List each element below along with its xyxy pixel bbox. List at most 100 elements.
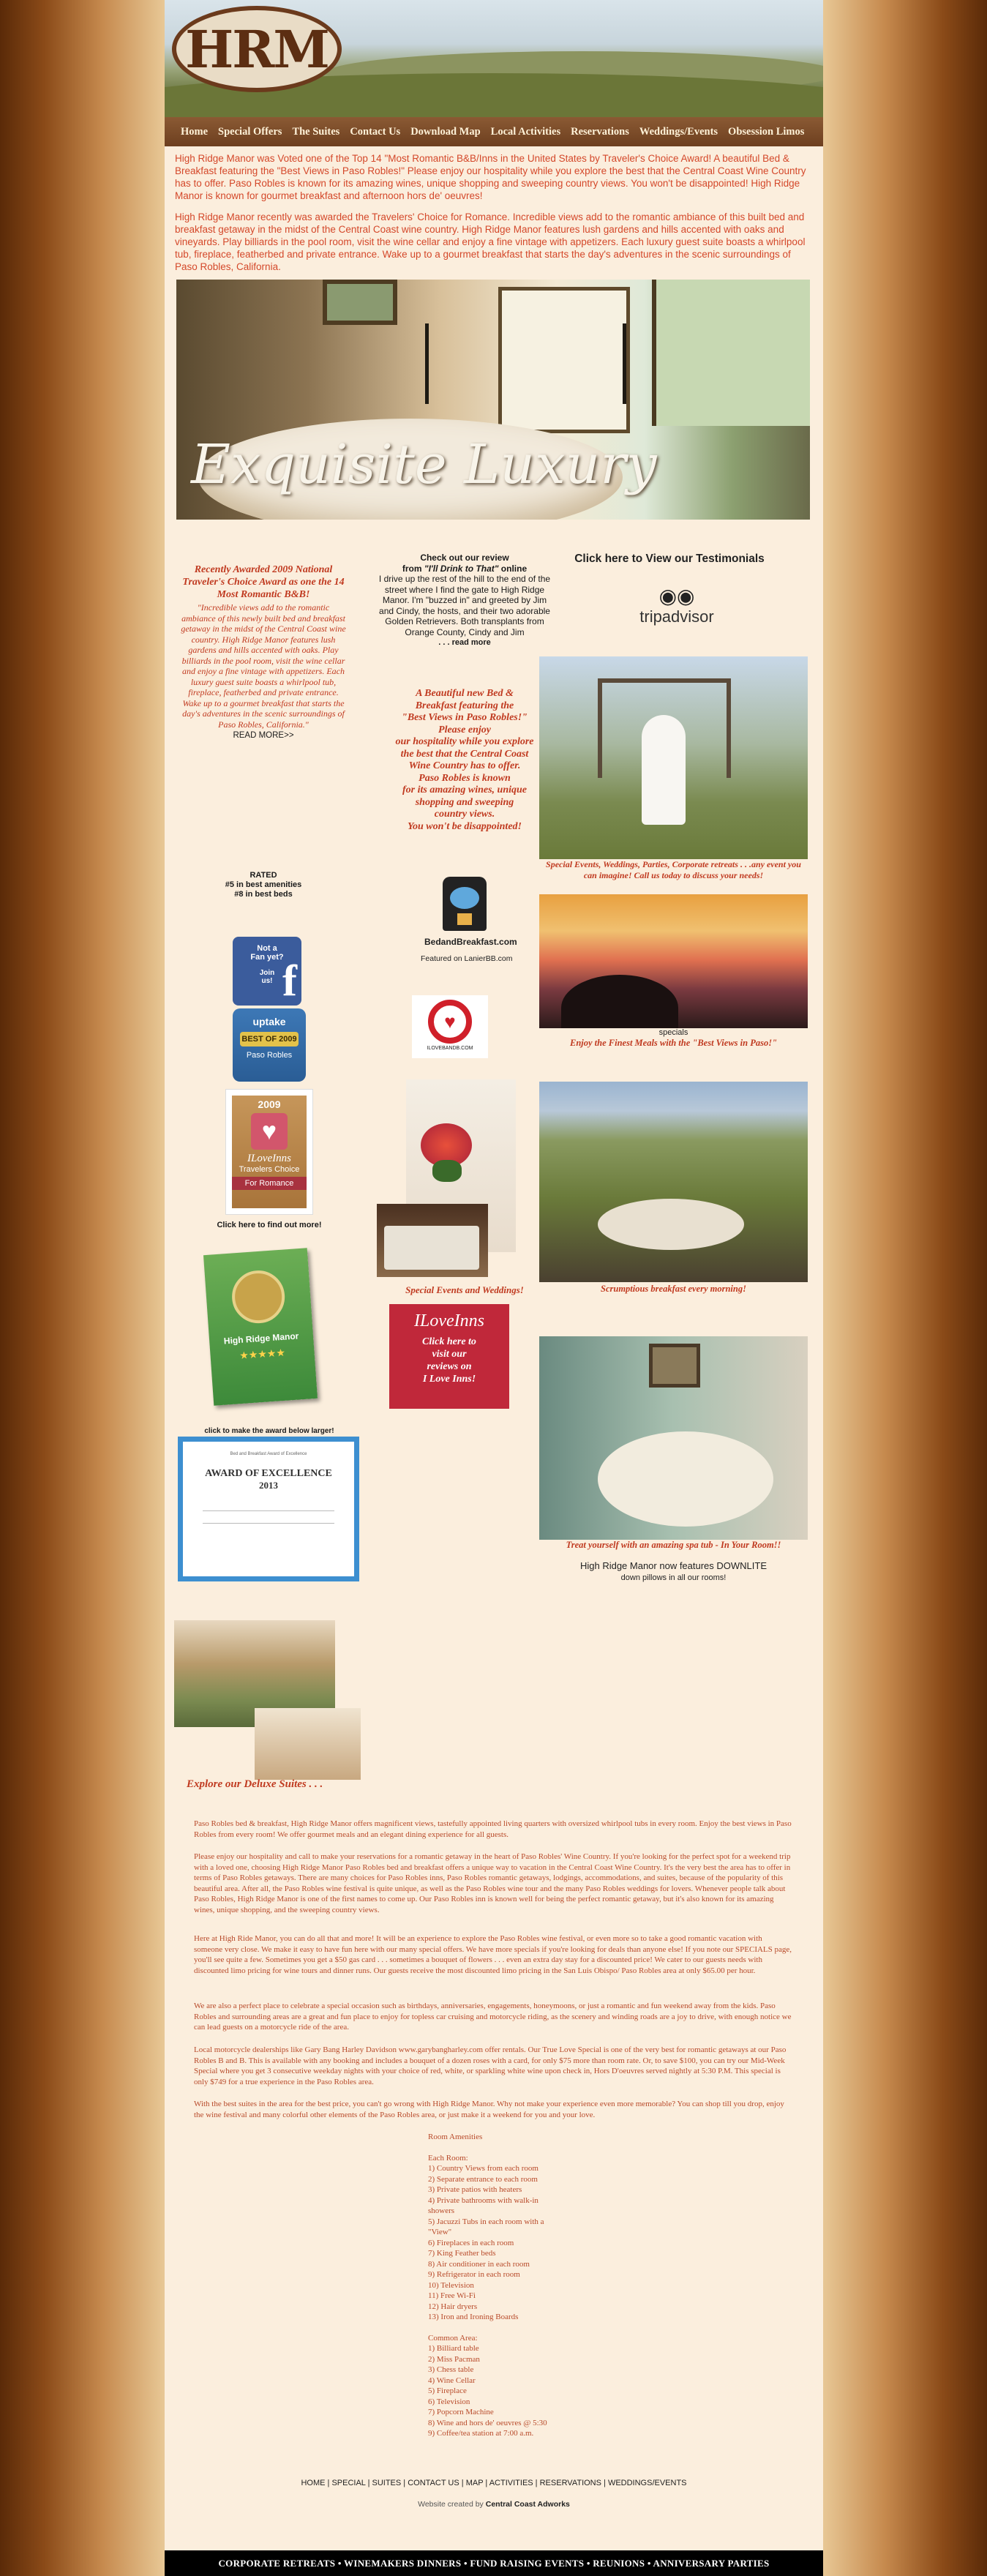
amenity-item: 11) Free Wi-Fi xyxy=(428,2291,476,2300)
footer-link-map[interactable]: MAP xyxy=(466,2479,484,2487)
award-seal-icon xyxy=(230,1268,287,1325)
ilovebandb-heart-icon: ♥ xyxy=(428,1000,472,1044)
suite-photo-2[interactable] xyxy=(255,1708,361,1780)
certificate-signature-line xyxy=(203,1523,334,1524)
nav-download-map[interactable]: Download Map xyxy=(410,126,480,138)
review-head: Check out our review xyxy=(420,553,509,563)
main-paragraph: We are also a perfect place to celebrate… xyxy=(194,2002,792,2032)
hero-title: Exquisite Luxury xyxy=(191,433,657,496)
review-title-link[interactable]: "I'll Drink to That" xyxy=(424,564,499,574)
amenity-item: 8) Air conditioner in each room xyxy=(428,2259,530,2269)
award-book-image[interactable]: High Ridge Manor ★★★★★ xyxy=(203,1248,318,1406)
iloveinns-line: reviews on xyxy=(427,1361,472,1372)
amenities-list: Room Amenities Each Room: 1) Country Vie… xyxy=(428,2132,648,2439)
certificate-line xyxy=(203,1510,334,1511)
hrm-logo[interactable]: HRM xyxy=(172,6,342,92)
iloveinns-award-badge[interactable]: 2009 ♥ ILoveInns Travelers Choice For Ro… xyxy=(225,1089,313,1215)
ilovebandb-text: ILOVEBANDB.COM xyxy=(427,1046,473,1051)
testimonials-link[interactable]: Click here to View our Testimonials xyxy=(534,553,805,566)
iloveinns-logo-text: ILoveInns xyxy=(414,1311,484,1330)
specials-label[interactable]: specials xyxy=(539,1028,808,1037)
bb-line: Paso Robles is known xyxy=(419,772,511,784)
tripadvisor-badge[interactable]: ◉◉ tripadvisor xyxy=(622,585,732,631)
iloveinns-line: I Love Inns! xyxy=(422,1374,476,1385)
main-paragraph: Paso Robles bed & breakfast, High Ridge … xyxy=(194,1819,792,1839)
facebook-badge[interactable]: Not a Fan yet? Join us! f xyxy=(233,937,301,1006)
nav-home[interactable]: Home xyxy=(181,126,208,138)
award-travelers-choice: Travelers Choice xyxy=(239,1165,300,1174)
footer-link-activities[interactable]: ACTIVITIES xyxy=(489,2479,533,2487)
footer-services-bar: CORPORATE RETREATS • WINEMAKERS DINNERS … xyxy=(165,2550,823,2576)
amenities-section-title: Common Area: xyxy=(428,2333,478,2343)
rated-block: RATED #5 in best amenities #8 in best be… xyxy=(179,871,348,899)
iloveinns-reviews-button[interactable]: ILoveInns Click here to visit our review… xyxy=(389,1304,509,1409)
find-out-more-link[interactable]: Click here to find out more! xyxy=(179,1221,359,1229)
award-year: 2009 xyxy=(258,1098,281,1110)
bb-line: Breakfast featuring the xyxy=(415,700,514,711)
nav-obsession-limos[interactable]: Obsession Limos xyxy=(728,126,804,138)
downlite-text-2: down pillows in all our rooms! xyxy=(620,1573,727,1582)
site-credit: Website created by Central Coast Adworks xyxy=(165,2500,823,2509)
footer-link-reservations[interactable]: RESERVATIONS xyxy=(540,2479,601,2487)
amenity-item: showers xyxy=(428,2206,455,2215)
amenity-item: 5) Fireplace xyxy=(428,2386,467,2395)
award-certificate[interactable]: Bed and Breakfast Award of Excellence AW… xyxy=(178,1437,359,1581)
hero-image: Exquisite Luxury xyxy=(176,280,810,520)
events-services-caption: Special Events, Weddings, Parties, Corpo… xyxy=(546,859,801,880)
lanier-link[interactable]: Featured on LanierBB.com xyxy=(421,954,513,963)
rated-beds: #8 in best beds xyxy=(234,890,293,899)
amenity-item: 2) Miss Pacman xyxy=(428,2354,480,2364)
read-more-link[interactable]: READ MORE>> xyxy=(179,731,348,740)
nav-reservations[interactable]: Reservations xyxy=(571,126,629,138)
suites-caption[interactable]: Explore our Deluxe Suites . . . xyxy=(187,1778,406,1791)
review-read-more-link[interactable]: . . . read more xyxy=(377,637,552,648)
main-paragraph: Local motorcycle dealerships like Gary B… xyxy=(194,2045,787,2086)
footer-link-contact[interactable]: CONTACT US xyxy=(408,2479,459,2487)
breakfast-patio-photo xyxy=(539,1082,808,1282)
uptake-best-text: BEST OF 2009 xyxy=(240,1032,299,1046)
logo-text: HRM xyxy=(185,18,330,80)
footer-link-home[interactable]: HOME xyxy=(301,2479,325,2487)
bb-line: our hospitality while you explore xyxy=(395,736,534,747)
enlarge-award-link[interactable]: click to make the award below larger! xyxy=(179,1427,359,1435)
bedandbreakfast-badge[interactable]: BedandBreakfast.com Featured on LanierBB… xyxy=(421,877,517,976)
heart-icon: ♥ xyxy=(251,1113,288,1150)
downlite-text: High Ridge Manor now features DOWNLITE xyxy=(579,1560,768,1571)
facebook-icon: f xyxy=(282,956,297,1005)
ilovebandb-badge[interactable]: ♥ ILOVEBANDB.COM xyxy=(412,995,488,1058)
bb-line: Wine Country has to offer. xyxy=(408,760,521,771)
award-for-romance: For Romance xyxy=(232,1177,307,1190)
credit-link[interactable]: Central Coast Adworks xyxy=(486,2500,570,2509)
iloveinns-line: Click here to xyxy=(422,1336,476,1347)
header-banner: HRM xyxy=(165,0,823,117)
main-paragraph: Here at High Ride Manor, you can do all … xyxy=(194,1934,792,1975)
footer-link-special[interactable]: SPECIAL xyxy=(331,2479,365,2487)
footer-link-suites[interactable]: SUITES xyxy=(372,2479,402,2487)
events-dinner-photo xyxy=(377,1204,488,1277)
nav-weddings-events[interactable]: Weddings/Events xyxy=(639,126,718,138)
nav-local-activities[interactable]: Local Activities xyxy=(491,126,560,138)
award-block: Recently Awarded 2009 National Traveler'… xyxy=(179,564,348,740)
window xyxy=(498,287,630,433)
certificate-header: Bed and Breakfast Award of Excellence xyxy=(230,1452,307,1456)
rated-amenities: #5 in best amenities xyxy=(225,880,302,889)
award-body: "Incredible views add to the romantic am… xyxy=(181,602,346,730)
nav-special-offers[interactable]: Special Offers xyxy=(218,126,282,138)
sunset-photo[interactable] xyxy=(539,894,808,1028)
bb-line: "Best Views in Paso Robles!" xyxy=(402,712,528,723)
award-book-title: High Ridge Manor xyxy=(223,1330,299,1347)
main-paragraph: Please enjoy our hospitality and call to… xyxy=(194,1852,791,1914)
certificate-title: AWARD OF EXCELLENCE xyxy=(205,1468,332,1479)
nav-contact-us[interactable]: Contact Us xyxy=(350,126,400,138)
page-container: HRM Home Special Offers The Suites Conta… xyxy=(165,0,823,2576)
amenity-item: 6) Television xyxy=(428,2397,470,2406)
nav-the-suites[interactable]: The Suites xyxy=(292,126,339,138)
amenity-item: 9) Coffee/tea station at 7:00 a.m. xyxy=(428,2429,534,2438)
bb-line: A Beautiful new Bed & xyxy=(416,688,514,699)
iloveinns-line: visit our xyxy=(432,1349,467,1360)
uptake-text: uptake xyxy=(252,1016,286,1027)
footer-link-weddings[interactable]: WEDDINGS/EVENTS xyxy=(608,2479,687,2487)
wedding-gazebo-photo[interactable] xyxy=(539,656,808,859)
uptake-badge[interactable]: uptake BEST OF 2009 Paso Robles xyxy=(233,1008,306,1082)
amenity-item: 1) Billiard table xyxy=(428,2344,479,2353)
